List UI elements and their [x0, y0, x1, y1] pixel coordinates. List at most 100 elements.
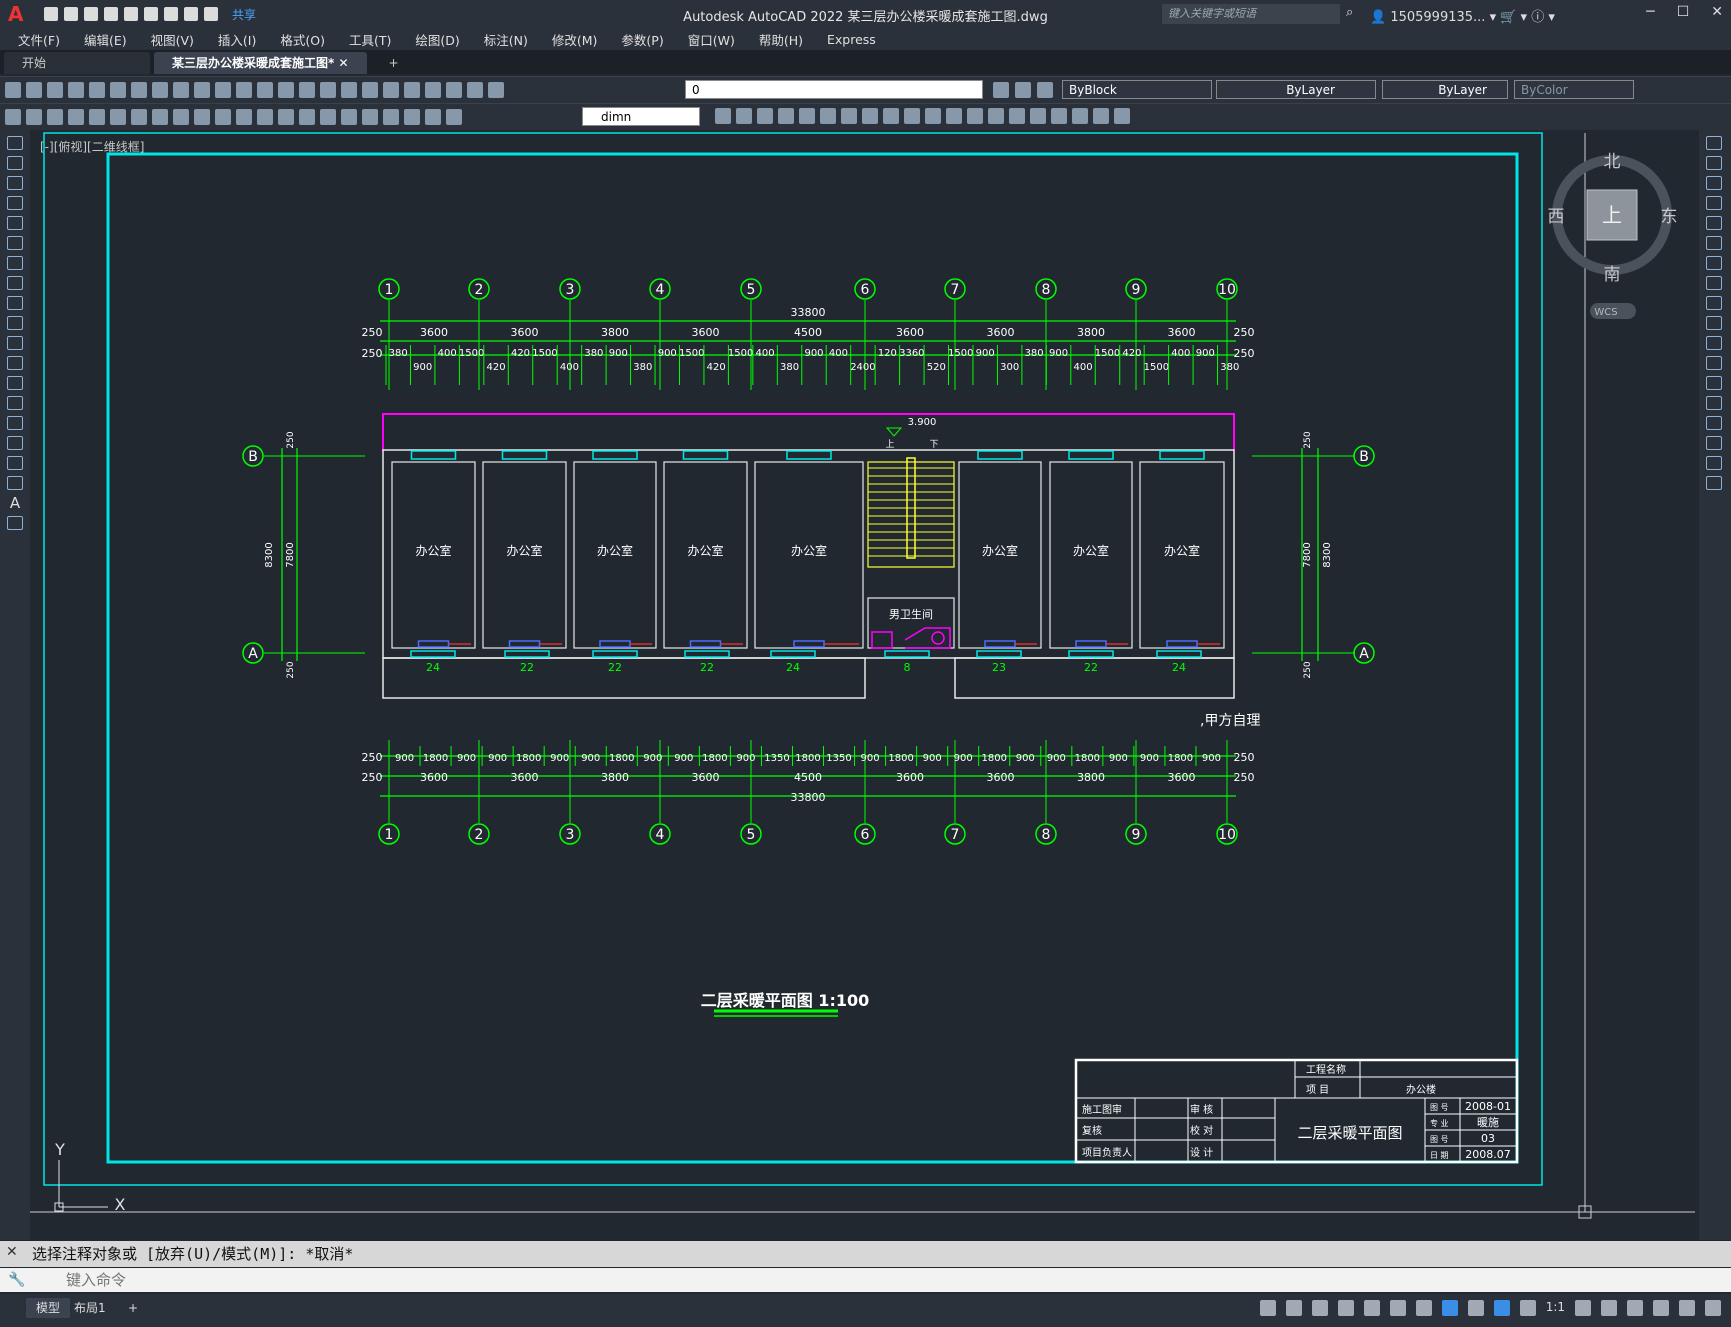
join-icon[interactable]: [967, 108, 983, 124]
tolerance-icon[interactable]: [341, 109, 357, 125]
dim-jogged-icon[interactable]: [173, 109, 189, 125]
dim-ordinate-icon[interactable]: [131, 109, 147, 125]
break-point-icon[interactable]: [1706, 356, 1722, 370]
scale-right-icon[interactable]: [1706, 276, 1722, 290]
annotation-visibility-icon[interactable]: [1493, 1300, 1510, 1316]
menu-format[interactable]: 格式(O): [280, 30, 325, 49]
layer-tool-1-icon[interactable]: [5, 109, 21, 125]
annotation-scale[interactable]: 1:1: [1546, 1300, 1565, 1316]
layer-combo[interactable]: 0: [685, 80, 983, 99]
preview-icon[interactable]: [89, 82, 105, 98]
explode-icon[interactable]: [1030, 108, 1046, 124]
pan-icon[interactable]: [257, 82, 273, 98]
menu-express[interactable]: Express: [827, 32, 876, 47]
menu-draw[interactable]: 绘图(D): [415, 30, 459, 49]
dim-linear-icon[interactable]: [68, 109, 84, 125]
osnap-icon[interactable]: [1441, 1300, 1458, 1316]
offset-icon[interactable]: [778, 108, 794, 124]
extend-right-icon[interactable]: [1706, 336, 1722, 350]
zoom-realtime-icon[interactable]: [278, 82, 294, 98]
draw-order-icon[interactable]: [1051, 108, 1067, 124]
sheet-set-icon[interactable]: [404, 82, 420, 98]
fullscreen-icon[interactable]: [1679, 1300, 1695, 1316]
osnap-tracking-icon[interactable]: [1389, 1300, 1406, 1316]
plot-icon[interactable]: [164, 7, 178, 21]
group-icon[interactable]: [1072, 108, 1088, 124]
menu-insert[interactable]: 插入(I): [218, 30, 256, 49]
publish-icon[interactable]: [110, 82, 126, 98]
move-right-icon[interactable]: [1706, 236, 1722, 250]
hatch-icon[interactable]: [7, 416, 23, 430]
rotate-right-icon[interactable]: [1706, 256, 1722, 270]
lineweight-combo[interactable]: ByLayer: [1382, 80, 1508, 99]
viewport-controls[interactable]: [-][俯视][二维线框]: [40, 138, 144, 155]
dim-aligned-icon[interactable]: [89, 109, 105, 125]
grid-icon[interactable]: [1285, 1300, 1302, 1316]
search-input[interactable]: 键入关键字或短语: [1162, 4, 1340, 24]
chamfer-right-icon[interactable]: [1706, 416, 1722, 430]
autocad-logo-icon[interactable]: A: [8, 2, 30, 26]
open-icon[interactable]: [26, 82, 42, 98]
open-icon[interactable]: [64, 7, 78, 21]
undo-icon[interactable]: [215, 82, 231, 98]
help-icon[interactable]: [467, 82, 483, 98]
explode-right-icon[interactable]: [1706, 476, 1722, 490]
dim-break-icon[interactable]: [320, 109, 336, 125]
menu-file[interactable]: 文件(F): [18, 30, 60, 49]
circle-icon[interactable]: [7, 256, 23, 270]
dimstyle-combo[interactable]: dimn: [582, 107, 700, 126]
menu-tools[interactable]: 工具(T): [349, 30, 391, 49]
qnew-icon[interactable]: [5, 82, 21, 98]
transparency-icon[interactable]: [1467, 1300, 1484, 1316]
block-icon[interactable]: [1093, 108, 1109, 124]
ellipse-icon[interactable]: [7, 316, 23, 330]
line-icon[interactable]: [7, 136, 23, 150]
point-icon[interactable]: [7, 396, 23, 410]
ortho-icon[interactable]: [1337, 1300, 1354, 1316]
dim-angular-icon[interactable]: [215, 109, 231, 125]
dim-baseline-icon[interactable]: [257, 109, 273, 125]
menu-parametric[interactable]: 参数(P): [621, 30, 663, 49]
add-selected-icon[interactable]: [7, 516, 23, 530]
menu-modify[interactable]: 修改(M): [552, 30, 598, 49]
new-icon[interactable]: [44, 7, 58, 21]
center-mark-icon[interactable]: [362, 109, 378, 125]
plus-icon[interactable]: [1601, 1300, 1617, 1316]
workspace-icon[interactable]: [1575, 1300, 1591, 1316]
close-tab-icon[interactable]: ✕: [338, 56, 348, 70]
rotate-icon[interactable]: [841, 108, 857, 124]
mirror-right-icon[interactable]: [1706, 176, 1722, 190]
dim-text-edit-icon[interactable]: [446, 109, 462, 125]
trim-right-icon[interactable]: [1706, 316, 1722, 330]
break-right-icon[interactable]: [1706, 376, 1722, 390]
redo-icon[interactable]: [204, 7, 218, 21]
calculator-icon[interactable]: [446, 82, 462, 98]
insert-block-icon[interactable]: [7, 356, 23, 370]
plotstyle-combo[interactable]: ByColor: [1514, 80, 1634, 99]
tab-drawing[interactable]: 某三层办公楼采暖成套施工图* ✕: [154, 52, 367, 74]
command-line[interactable]: 键入命令: [0, 1268, 1731, 1292]
dim-continue-icon[interactable]: [278, 109, 294, 125]
extend-icon[interactable]: [925, 108, 941, 124]
attdef-icon[interactable]: [1114, 108, 1130, 124]
design-center-icon[interactable]: [362, 82, 378, 98]
plot-icon[interactable]: [68, 82, 84, 98]
join-right-icon[interactable]: [1706, 396, 1722, 410]
break-icon[interactable]: [946, 108, 962, 124]
move-icon[interactable]: [820, 108, 836, 124]
polyline-icon[interactable]: [7, 176, 23, 190]
add-layout-icon[interactable]: +: [118, 1298, 148, 1318]
region-icon[interactable]: [7, 456, 23, 470]
rectangle-icon[interactable]: [7, 216, 23, 230]
user-account[interactable]: 👤 1505999135... ▾ 🛒 ▾ ⓘ ▾: [1370, 6, 1555, 25]
save-as-icon[interactable]: [104, 7, 118, 21]
linetype-combo[interactable]: ByLayer: [1216, 80, 1376, 99]
menu-window[interactable]: 窗口(W): [688, 30, 735, 49]
arc-icon[interactable]: [7, 236, 23, 250]
properties-icon[interactable]: [341, 82, 357, 98]
tab-start[interactable]: 开始: [4, 52, 150, 74]
command-input[interactable]: 键入命令: [66, 1271, 126, 1289]
blend-icon[interactable]: [1706, 456, 1722, 470]
menu-dimension[interactable]: 标注(N): [484, 30, 528, 49]
model-space-icon[interactable]: [1259, 1300, 1276, 1316]
